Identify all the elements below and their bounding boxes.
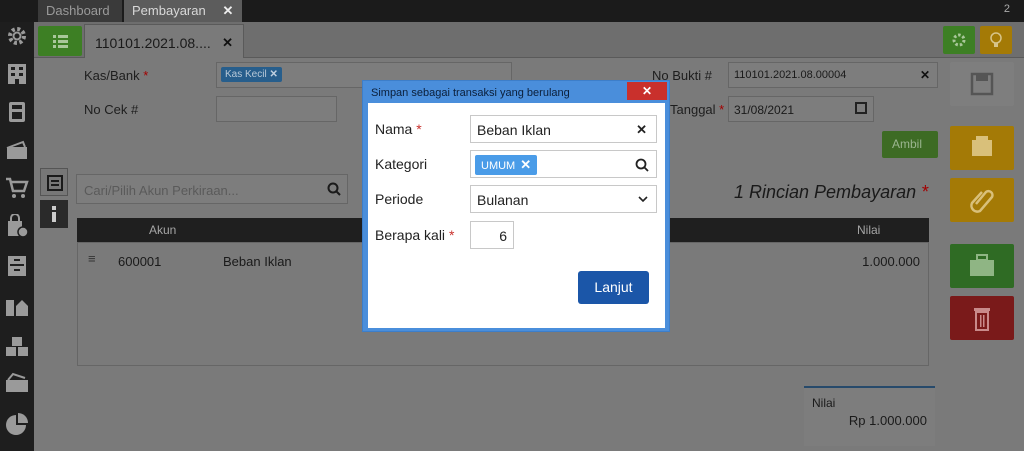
shopping-bag-icon[interactable] <box>5 213 29 238</box>
window-count: 2 <box>1003 3 1010 15</box>
top-tab-bar: Dashboard Pembayaran ✕ 2 <box>0 0 1024 22</box>
column-nilai: Nilai <box>857 223 881 237</box>
no-bukti-value: 110101.2021.08.00004 <box>734 69 847 81</box>
no-bukti-input[interactable]: 110101.2021.08.00004 ✕ <box>728 62 938 88</box>
recurring-transaction-dialog: Simpan sebagai transaksi yang berulang ✕… <box>362 80 670 332</box>
wallet-icon[interactable] <box>5 138 29 162</box>
save-button[interactable] <box>950 62 1014 106</box>
cart-icon[interactable] <box>5 176 29 200</box>
row-nilai: 1.000.000 <box>862 254 920 269</box>
document-tab-close-button[interactable]: ✕ <box>222 35 233 51</box>
dialog-body: Nama * Beban Iklan ✕ Kategori UMUM ✕ Peri… <box>368 103 665 328</box>
row-nama: Beban Iklan <box>223 254 292 269</box>
kategori-input[interactable]: UMUM ✕ <box>470 150 657 178</box>
periode-select[interactable]: Bulanan <box>470 185 657 213</box>
akun-search-input[interactable]: Cari/Pilih Akun Perkiraan... <box>76 174 348 204</box>
nama-label: Nama * <box>375 121 422 137</box>
dialog-title: Simpan sebagai transaksi yang berulang <box>371 87 570 99</box>
no-cek-label: No Cek # <box>84 102 139 117</box>
calculator-icon[interactable] <box>5 100 29 124</box>
kas-bank-tag: Kas Kecil ✕ <box>221 67 282 82</box>
chevron-down-icon <box>638 196 648 203</box>
document-tab-label: 110101.2021.08.... <box>95 35 211 51</box>
archive-icon[interactable] <box>5 254 29 278</box>
lightbulb-button[interactable] <box>980 26 1012 54</box>
clear-icon[interactable]: ✕ <box>636 122 647 138</box>
kategori-label: Kategori <box>375 156 428 172</box>
info-icon[interactable] <box>40 200 68 228</box>
search-icon[interactable] <box>635 158 649 172</box>
rincian-title: 1 Rincian Pembayaran * <box>734 182 929 202</box>
total-label: Nilai <box>812 396 836 410</box>
kas-bank-label: Kas/Bank * <box>84 68 149 83</box>
no-cek-input[interactable] <box>216 96 337 122</box>
tab-close-button[interactable]: ✕ <box>214 0 242 22</box>
berapa-kali-label: Berapa kali * <box>375 227 455 243</box>
document-tab[interactable]: 110101.2021.08.... ✕ <box>84 24 244 58</box>
document-tab-bar: 110101.2021.08.... ✕ <box>34 22 1024 58</box>
pie-chart-icon[interactable] <box>5 412 29 436</box>
akun-search-placeholder: Cari/Pilih Akun Perkiraan... <box>84 183 239 198</box>
tanggal-label: Tanggal * <box>670 102 725 117</box>
clear-icon[interactable]: ✕ <box>920 68 930 82</box>
total-box: Nilai Rp 1.000.000 <box>804 386 935 446</box>
berapa-kali-value: 6 <box>499 228 507 244</box>
drag-handle-icon[interactable]: ≡ <box>88 251 96 266</box>
sidebar <box>0 22 34 451</box>
briefcase-button[interactable] <box>950 244 1014 288</box>
row-akun: 600001 <box>118 254 162 269</box>
column-akun: Akun <box>149 223 177 237</box>
periode-label: Periode <box>375 191 424 207</box>
list-button[interactable] <box>38 26 82 56</box>
ambil-button[interactable]: Ambil <box>882 131 938 158</box>
gear-icon[interactable] <box>5 24 29 48</box>
calendar-icon[interactable] <box>855 102 867 114</box>
property-icon[interactable] <box>5 294 29 318</box>
search-icon[interactable] <box>327 182 341 196</box>
nama-value: Beban Iklan <box>477 122 551 138</box>
tanggal-input[interactable]: 31/08/2021 <box>728 96 874 122</box>
print-button[interactable] <box>950 126 1014 170</box>
tab-pembayaran[interactable]: Pembayaran <box>124 0 214 22</box>
settings-button[interactable] <box>943 26 975 54</box>
total-value: Rp 1.000.000 <box>848 413 927 428</box>
attachment-button[interactable] <box>950 178 1014 222</box>
lanjut-button[interactable]: Lanjut <box>578 271 649 304</box>
nama-input[interactable]: Beban Iklan ✕ <box>470 115 657 143</box>
delete-button[interactable] <box>950 296 1014 340</box>
berapa-kali-input[interactable]: 6 <box>470 221 514 249</box>
building-icon[interactable] <box>5 62 29 86</box>
tanggal-value: 31/08/2021 <box>734 103 795 117</box>
cash-icon[interactable] <box>5 372 29 396</box>
detail-list-icon[interactable] <box>40 168 68 196</box>
dialog-close-button[interactable]: ✕ <box>627 82 667 100</box>
tab-dashboard[interactable]: Dashboard <box>38 0 122 22</box>
periode-value: Bulanan <box>477 192 529 208</box>
kategori-chip[interactable]: UMUM ✕ <box>475 155 538 175</box>
inventory-icon[interactable] <box>5 334 29 358</box>
